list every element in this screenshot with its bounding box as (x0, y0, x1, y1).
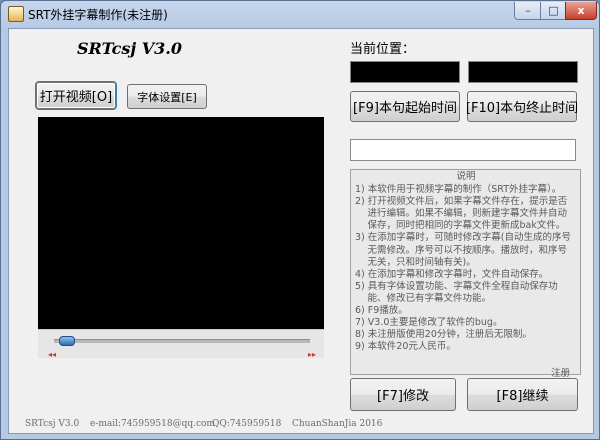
end-position-display (468, 61, 578, 83)
maximize-button[interactable]: □ (540, 2, 567, 20)
font-settings-button[interactable]: 字体设置[E] (127, 84, 207, 109)
seek-bar[interactable]: ◂◂ ▸▸ (38, 329, 324, 359)
close-icon: x (577, 4, 585, 17)
instruction-line: 1) 本软件用于视频字幕的制作（SRT外挂字幕）。 (355, 184, 562, 196)
instruction-line: 进行编辑。如果不编辑，则新建字幕文件并自动 (355, 208, 568, 220)
client-area: SRTcsj V3.0 打开视频[O] 字体设置[E] ◂◂ ▸▸ 当前位置： … (8, 28, 594, 434)
instructions-panel: 说明 1) 本软件用于视频字幕的制作（SRT外挂字幕）。 2) 打开视频文件后，… (350, 169, 581, 375)
instruction-line: 无需修改。序号可以不按顺序。播放时，和序号 (355, 244, 568, 256)
instruction-line: 8) 未注册版使用20分钟，注册后无限制。 (355, 329, 532, 341)
start-time-button[interactable]: [F9]本句起始时间 (350, 91, 460, 122)
end-time-button[interactable]: [F10]本句终止时间 (466, 91, 578, 122)
maximize-icon: □ (548, 4, 559, 17)
continue-button[interactable]: [F8]继续 (467, 378, 578, 411)
instruction-line: 无关，只和时间轴有关)。 (355, 256, 476, 268)
modify-button[interactable]: [F7]修改 (350, 378, 456, 411)
footer-author: ChuanShanJia 2016 (292, 419, 383, 429)
seek-thumb[interactable] (58, 336, 75, 346)
footer-email: e-mail:745959518@qq.com (90, 419, 215, 429)
app-icon (8, 6, 24, 22)
instruction-line: 6) F9播放。 (355, 305, 408, 317)
instructions-title: 说明 (456, 171, 476, 182)
close-button[interactable]: x (565, 2, 597, 20)
footer-qq: QQ:745959518 (212, 419, 282, 429)
instruction-line: 7) V3.0主要是修改了软件的bug。 (355, 317, 503, 329)
footer-version: SRTcsj V3.0 (25, 419, 80, 429)
register-link[interactable]: 注册 (551, 365, 570, 379)
app-window: SRT外挂字幕制作(未注册) – □ x SRTcsj V3.0 打开视频[O]… (0, 0, 600, 440)
title-bar[interactable]: SRT外挂字幕制作(未注册) – □ x (1, 1, 599, 27)
instruction-line: 保存，同时把相同的字幕文件更新成bak文件。 (355, 220, 566, 232)
seek-end-marker: ▸▸ (308, 350, 317, 359)
instruction-line: 能、修改已有字幕文件功能。 (355, 292, 492, 304)
open-video-button[interactable]: 打开视频[O] (36, 82, 116, 109)
seek-start-marker: ◂◂ (48, 350, 57, 359)
instruction-line: 9) 本软件20元人民币。 (355, 341, 456, 353)
instruction-line: 3) 在添加字幕时，可随时修改字幕(自动生成的序号 (355, 232, 571, 244)
seek-track (54, 339, 310, 343)
video-display[interactable] (38, 117, 324, 357)
instruction-line: 5) 具有字体设置功能、字幕文件全程自动保存功 (355, 280, 558, 292)
instruction-line: 4) 在添加字幕和修改字幕时，文件自动保存。 (355, 268, 549, 280)
minimize-icon: – (525, 4, 531, 17)
app-title: SRTcsj V3.0 (77, 39, 182, 58)
start-position-display (350, 61, 460, 83)
minimize-button[interactable]: – (514, 2, 542, 20)
position-label: 当前位置： (350, 42, 416, 57)
instruction-line: 2) 打开视频文件后，如果字幕文件存在，提示是否 (355, 196, 568, 208)
subtitle-input[interactable] (350, 139, 576, 161)
window-title: SRT外挂字幕制作(未注册) (28, 8, 168, 22)
